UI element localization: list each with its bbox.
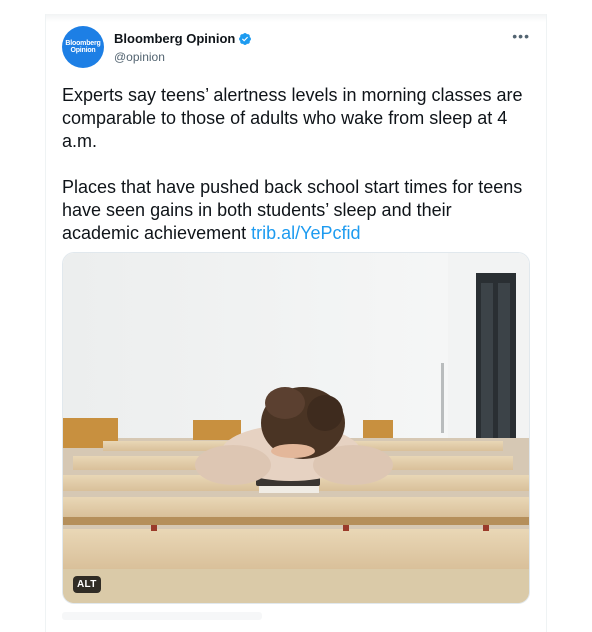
avatar[interactable]: Bloomberg Opinion (62, 26, 104, 68)
author-name[interactable]: Bloomberg Opinion (114, 31, 235, 46)
tweet-link[interactable]: trib.al/YePcfid (251, 223, 360, 243)
author-handle[interactable]: @opinion (114, 50, 165, 64)
verified-badge-icon (239, 32, 252, 45)
tweet-photo[interactable]: ALT (62, 252, 530, 604)
tweet-text: Experts say teens’ alertness levels in m… (62, 84, 532, 245)
alt-text-button[interactable]: ALT (73, 576, 101, 593)
previous-tweet-edge (46, 14, 546, 22)
more-options-icon[interactable]: ••• (512, 28, 530, 44)
timestamp-row-edge (62, 612, 262, 620)
tweet-paragraph-1: Experts say teens’ alertness levels in m… (62, 85, 528, 151)
avatar-text-line1: Bloomberg (65, 40, 101, 47)
tweet-card: Bloomberg Opinion Bloomberg Opinion @opi… (45, 14, 547, 632)
classroom-photo (63, 253, 529, 603)
author-name-row[interactable]: Bloomberg Opinion (114, 31, 252, 46)
avatar-text-line2: Opinion (70, 47, 96, 54)
